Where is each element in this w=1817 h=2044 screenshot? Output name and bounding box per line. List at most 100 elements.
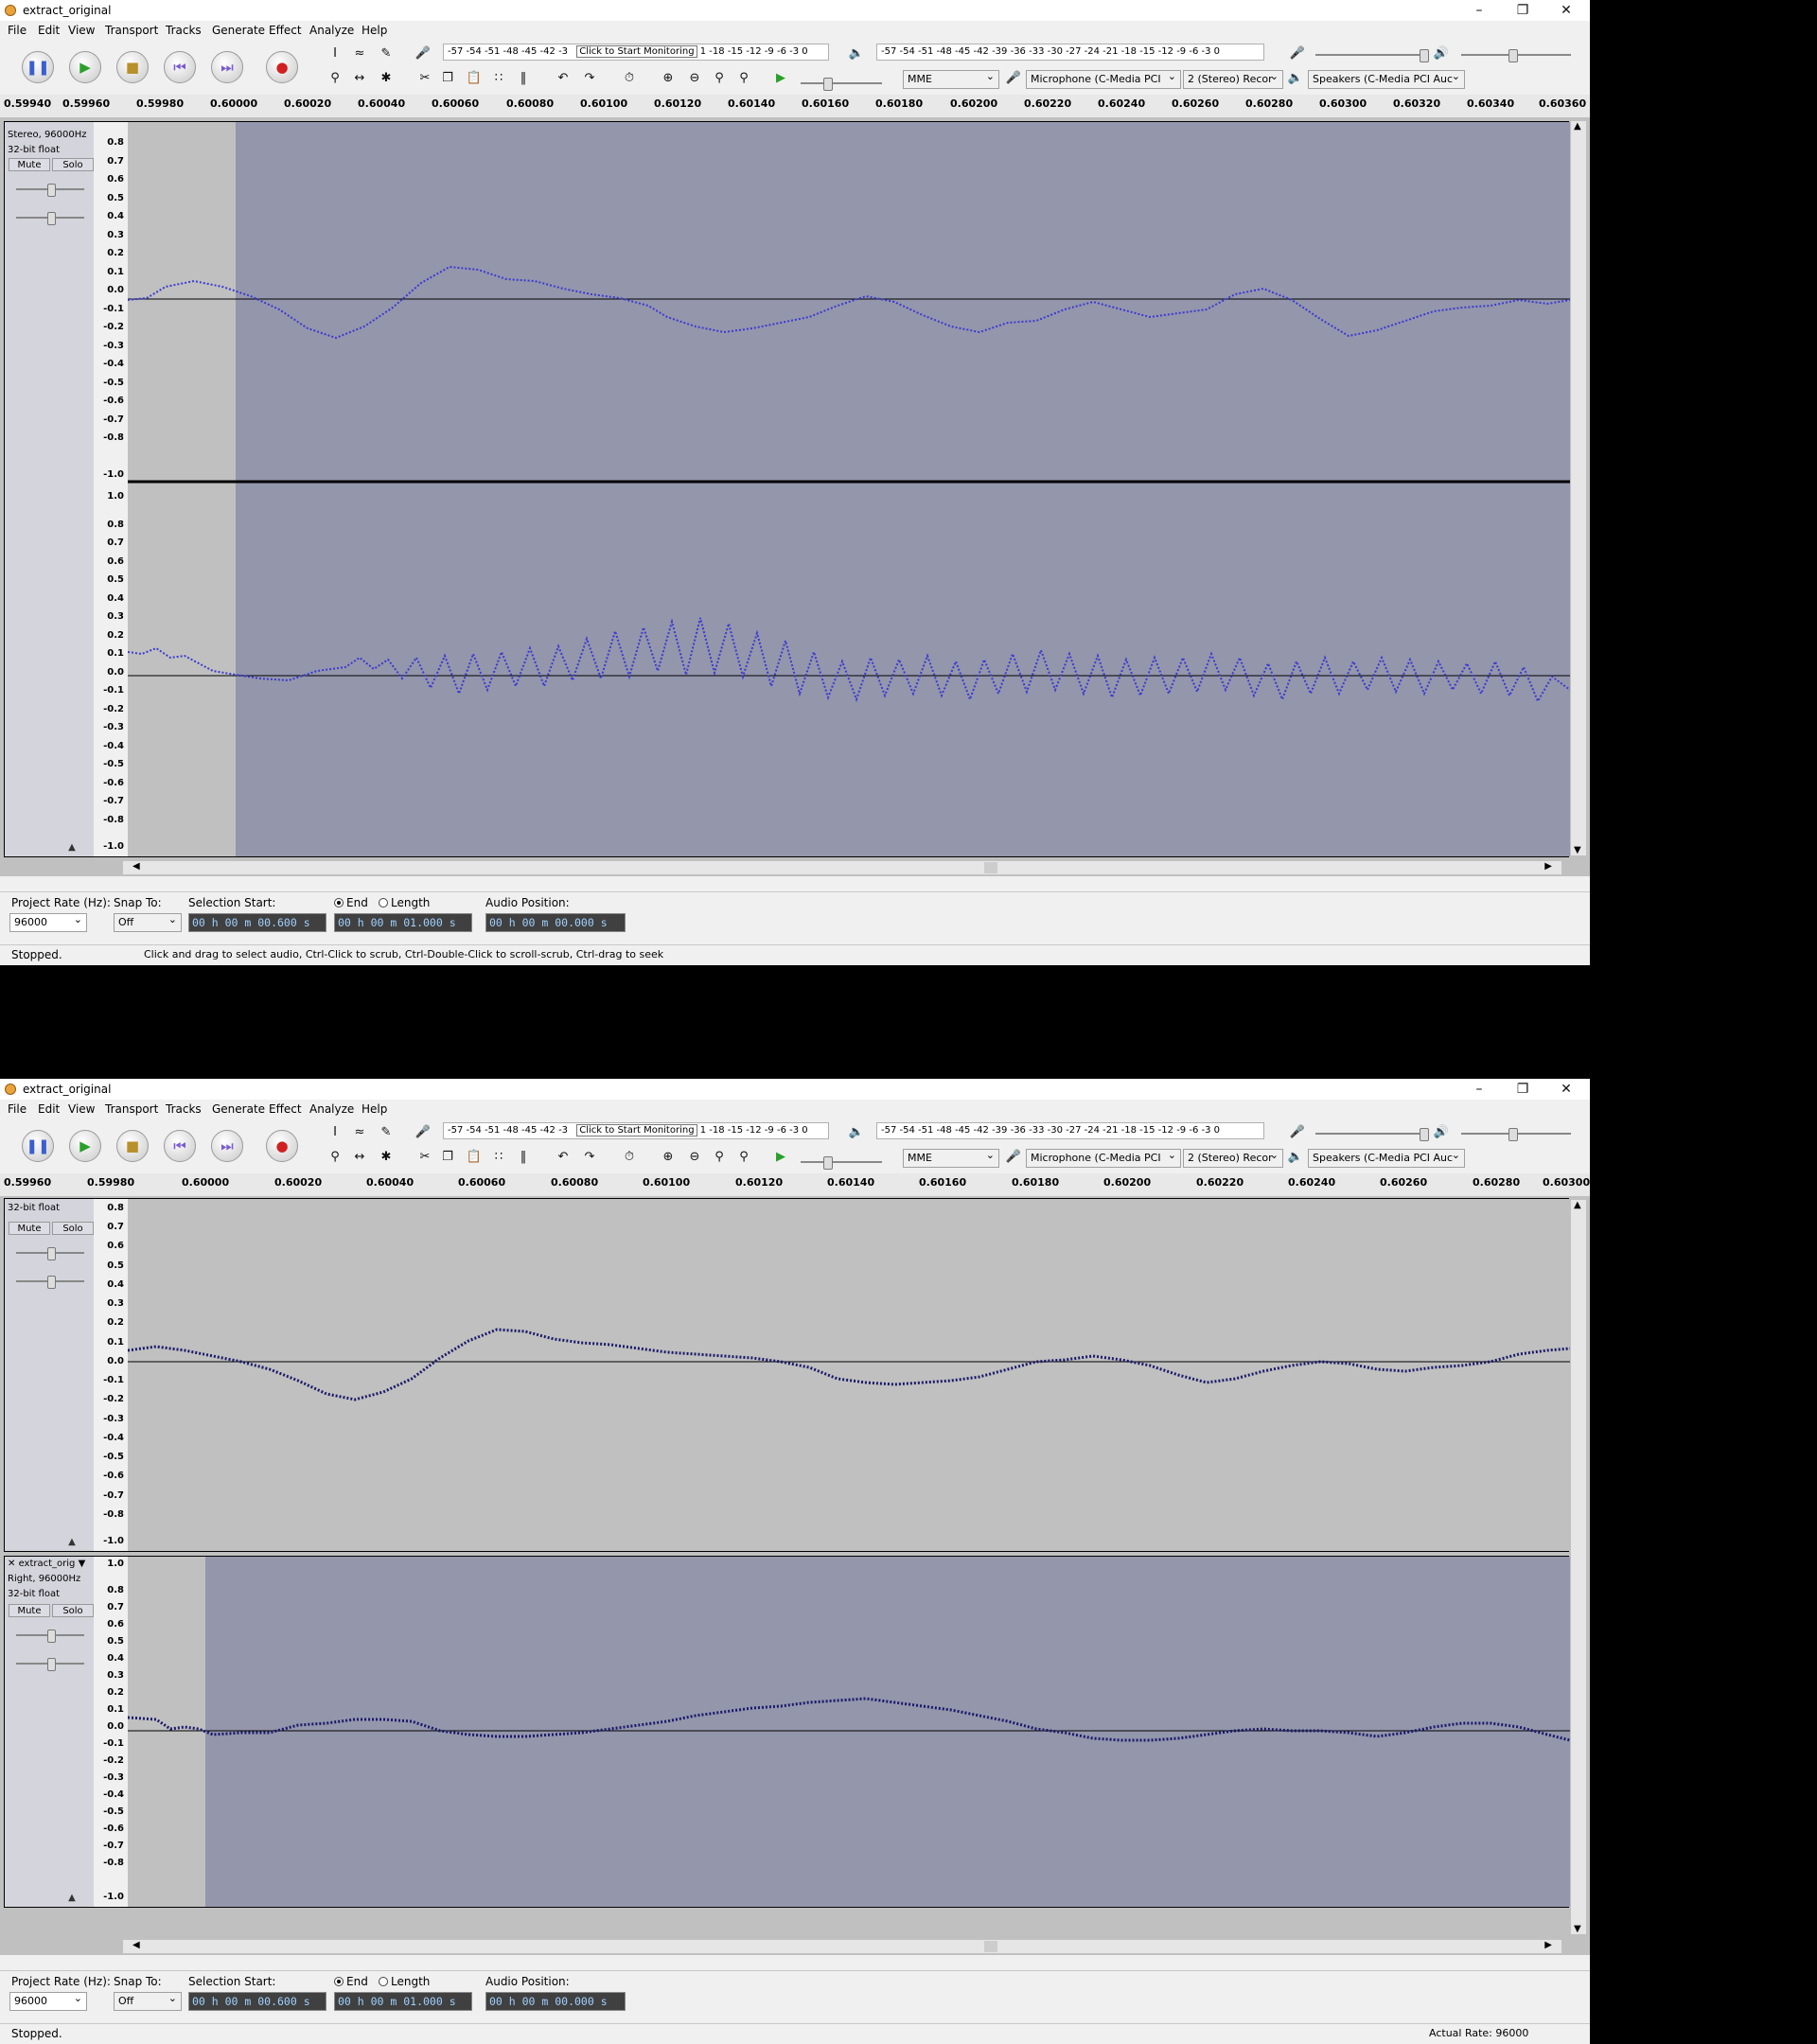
record-meter[interactable]: -57 -54 -51 -48 -45 -42 -3 Click to Star… (443, 44, 829, 61)
playback-device-select[interactable]: Speakers (C-Media PCI Auc (1308, 70, 1465, 89)
undo-icon[interactable]: ↶ (553, 68, 573, 89)
horizontal-scrollbar[interactable]: ◀ ▶ (123, 861, 1561, 874)
waveform-display[interactable] (128, 122, 1570, 856)
menu-generate[interactable]: Generate (212, 1102, 265, 1116)
undo-icon[interactable]: ↶ (553, 1147, 573, 1168)
copy-icon[interactable]: ❐ (437, 68, 458, 89)
audio-position-field[interactable]: 00 h 00 m 00.000 s (485, 1992, 626, 2011)
close-icon[interactable]: ✕ (1544, 1079, 1588, 1100)
timeshift-tool-icon[interactable]: ↔ (349, 1147, 370, 1168)
sync-lock-icon[interactable]: ⏱ (619, 1147, 640, 1168)
vertical-scrollbar[interactable]: ▲ ▼ (1571, 1200, 1586, 1934)
scroll-right-icon[interactable]: ▶ (1544, 1940, 1552, 1950)
paste-icon[interactable]: 📋 (464, 68, 485, 89)
length-radio[interactable]: Length (379, 1975, 430, 1988)
solo-button[interactable]: Solo (52, 1222, 94, 1235)
menu-analyze[interactable]: Analyze (309, 1102, 354, 1116)
fit-project-icon[interactable]: ⚲ (733, 1147, 754, 1168)
skip-start-icon[interactable]: ⏮ (164, 1130, 196, 1162)
waveform-display[interactable] (128, 1557, 1570, 1907)
zoom-in-icon[interactable]: ⊕ (658, 68, 679, 89)
snap-to-select[interactable]: Off (114, 913, 182, 932)
menu-tracks[interactable]: Tracks (166, 1102, 202, 1116)
playback-volume-slider[interactable] (1461, 1128, 1571, 1141)
selection-tool-icon[interactable]: I (325, 44, 345, 64)
scroll-down-icon[interactable]: ▼ (1574, 845, 1581, 855)
mute-button[interactable]: Mute (9, 1222, 50, 1235)
track-close-icon[interactable]: ✕ (8, 1559, 15, 1569)
track-control-panel[interactable]: 32-bit float Mute Solo ▲ (5, 1199, 95, 1551)
recording-device-select[interactable]: Microphone (C-Media PCI (1026, 70, 1181, 89)
menu-transport[interactable]: Transport (105, 24, 158, 37)
vertical-scrollbar[interactable]: ▲ ▼ (1571, 121, 1586, 855)
zoom-in-icon[interactable]: ⊕ (658, 1147, 679, 1168)
selection-end-field[interactable]: 00 h 00 m 01.000 s (334, 1992, 472, 2011)
record-meter-icon[interactable]: 🎤 (413, 44, 433, 64)
project-rate-select[interactable]: 96000 (9, 1992, 87, 2011)
playback-meter-icon[interactable]: 🔈 (846, 44, 867, 64)
record-meter-icon[interactable]: 🎤 (413, 1122, 433, 1143)
menu-file[interactable]: File (8, 1102, 26, 1116)
multi-tool-icon[interactable]: ✱ (376, 1147, 397, 1168)
record-icon[interactable]: ● (266, 51, 298, 83)
solo-button[interactable]: Solo (52, 1604, 94, 1617)
draw-tool-icon[interactable]: ✎ (376, 44, 397, 64)
playback-meter-icon[interactable]: 🔈 (846, 1122, 867, 1143)
zoom-out-icon[interactable]: ⊖ (684, 1147, 705, 1168)
amplitude-scale[interactable]: 0.8 0.7 0.6 0.5 0.4 0.3 0.2 0.1 0.0 -0.1… (94, 1199, 129, 1551)
horizontal-scrollbar[interactable]: ◀ ▶ (123, 1940, 1561, 1953)
close-icon[interactable]: ✕ (1544, 0, 1588, 21)
menu-generate[interactable]: Generate (212, 24, 265, 37)
end-radio[interactable]: End (334, 896, 368, 909)
audio-track-left[interactable]: 32-bit float Mute Solo ▲ 0.8 0.7 0.6 0.5… (4, 1198, 1570, 1552)
menu-effect[interactable]: Effect (269, 24, 302, 37)
amplitude-scale[interactable]: 0.8 0.7 0.6 0.5 0.4 0.3 0.2 0.1 0.0 -0.1… (94, 122, 129, 856)
play-icon[interactable]: ▶ (69, 1130, 101, 1162)
trim-icon[interactable]: ∷ (488, 1147, 509, 1168)
trim-icon[interactable]: ∷ (488, 68, 509, 89)
silence-icon[interactable]: ‖ (513, 68, 534, 89)
skip-end-icon[interactable]: ⏭ (211, 1130, 243, 1162)
recording-channels-select[interactable]: 2 (Stereo) Recor (1183, 70, 1283, 89)
play-icon[interactable]: ▶ (69, 51, 101, 83)
timeline-ruler[interactable]: 0.59960 0.59980 0.60000 0.60020 0.60040 … (0, 1173, 1590, 1197)
scroll-left-icon[interactable]: ◀ (132, 1940, 140, 1950)
redo-icon[interactable]: ↷ (579, 68, 600, 89)
menu-transport[interactable]: Transport (105, 1102, 158, 1116)
restore-icon[interactable]: ❐ (1501, 0, 1544, 21)
play-speed-slider[interactable] (801, 1156, 882, 1170)
recording-volume-slider[interactable] (1315, 49, 1429, 62)
minimize-icon[interactable]: – (1457, 0, 1501, 21)
menu-view[interactable]: View (68, 1102, 95, 1116)
minimize-icon[interactable]: – (1457, 1079, 1501, 1100)
mute-button[interactable]: Mute (9, 1604, 50, 1617)
paste-icon[interactable]: 📋 (464, 1147, 485, 1168)
record-meter[interactable]: -57 -54 -51 -48 -45 -42 -3 Click to Star… (443, 1122, 829, 1139)
play-at-speed-icon[interactable]: ▶ (770, 1147, 791, 1168)
recording-channels-select[interactable]: 2 (Stereo) Recor (1183, 1149, 1283, 1168)
silence-icon[interactable]: ‖ (513, 1147, 534, 1168)
envelope-tool-icon[interactable]: ≈ (349, 44, 370, 64)
audio-track-right[interactable]: ✕ extract_orig ▼ Right, 96000Hz 32-bit f… (4, 1556, 1570, 1908)
pause-icon[interactable]: ❚❚ (22, 1130, 54, 1162)
selection-start-field[interactable]: 00 h 00 m 00.600 s (188, 913, 326, 932)
menu-help[interactable]: Help (362, 1102, 387, 1116)
redo-icon[interactable]: ↷ (579, 1147, 600, 1168)
collapse-track-icon[interactable]: ▲ (62, 1536, 82, 1549)
track-name-menu[interactable]: ✕ extract_orig ▼ (8, 1559, 85, 1569)
zoom-out-icon[interactable]: ⊖ (684, 68, 705, 89)
timeshift-tool-icon[interactable]: ↔ (349, 68, 370, 89)
fit-selection-icon[interactable]: ⚲ (709, 68, 730, 89)
scroll-right-icon[interactable]: ▶ (1544, 861, 1552, 872)
playback-volume-slider[interactable] (1461, 49, 1571, 62)
draw-tool-icon[interactable]: ✎ (376, 1122, 397, 1143)
gain-slider[interactable] (16, 184, 84, 197)
snap-to-select[interactable]: Off (114, 1992, 182, 2011)
menu-help[interactable]: Help (362, 24, 387, 37)
stop-icon[interactable]: ■ (116, 51, 149, 83)
mute-button[interactable]: Mute (9, 158, 50, 171)
skip-end-icon[interactable]: ⏭ (211, 51, 243, 83)
recording-device-select[interactable]: Microphone (C-Media PCI (1026, 1149, 1181, 1168)
selection-start-field[interactable]: 00 h 00 m 00.600 s (188, 1992, 326, 2011)
timeline-ruler[interactable]: 0.59940 0.59960 0.59980 0.60000 0.60020 … (0, 95, 1590, 118)
